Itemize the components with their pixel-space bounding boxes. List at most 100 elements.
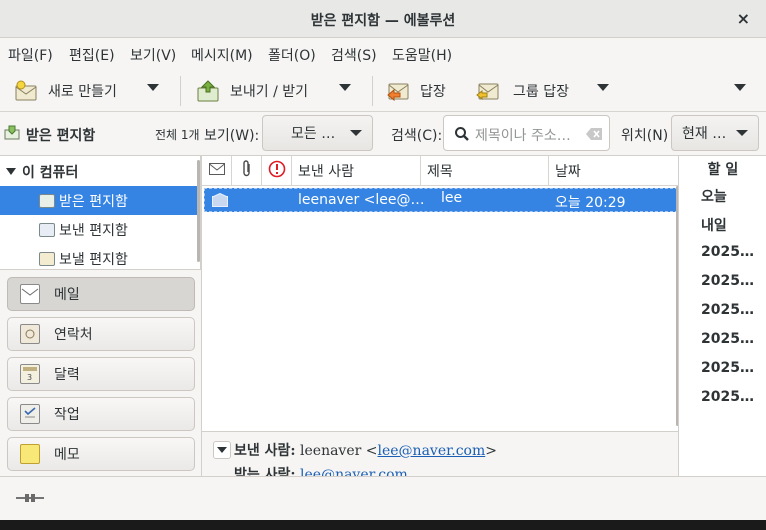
- new-label: 새로 만들기: [48, 84, 117, 100]
- search-placeholder: 제목이나 주소…: [475, 128, 571, 144]
- column-header-status[interactable]: [202, 156, 232, 186]
- todo-item-today[interactable]: 오늘: [701, 186, 727, 206]
- preview-from-email-link[interactable]: lee@naver.com: [378, 443, 486, 459]
- status-bar: [0, 476, 766, 520]
- column-header-label: 보낸 사람: [298, 163, 354, 180]
- toolbar: 새로 만들기 보내기 / 받기 답장 그룹 답장: [0, 70, 766, 112]
- attachment-icon: [241, 159, 253, 182]
- menu-edit[interactable]: 편집(E): [69, 45, 115, 65]
- preview-from-close: >: [485, 443, 497, 459]
- search-label: 검색(C):: [391, 128, 443, 144]
- close-icon[interactable]: ×: [737, 9, 750, 28]
- outbox-folder-icon: [39, 251, 55, 266]
- current-folder-name: 받은 편지함: [26, 128, 96, 144]
- switcher-calendar-button[interactable]: 3 달력: [7, 357, 195, 391]
- row-date: 오늘 20:29: [555, 195, 626, 211]
- preview-from-name: leenaver <: [300, 443, 378, 459]
- expander-icon[interactable]: [6, 168, 16, 175]
- group-reply-button[interactable]: 그룹 답장: [476, 76, 569, 106]
- menu-message[interactable]: 메시지(M): [191, 45, 253, 65]
- header-collapse-button[interactable]: [213, 441, 231, 459]
- search-icon[interactable]: [454, 126, 470, 142]
- todo-item-date[interactable]: 2025…: [701, 389, 754, 405]
- menu-search[interactable]: 검색(S): [331, 45, 377, 65]
- location-label: 위치(N): [621, 128, 669, 144]
- folder-item-outbox[interactable]: 보낼 편지함: [0, 244, 200, 273]
- send-receive-button[interactable]: 보내기 / 받기: [196, 76, 308, 106]
- group-reply-label: 그룹 답장: [513, 84, 569, 100]
- calendar-icon: 3: [20, 364, 40, 384]
- menu-view[interactable]: 보기(V): [130, 45, 176, 65]
- preview-from-label: 보낸 사람:: [234, 443, 296, 459]
- evolution-window: 받은 편지함 — 에볼루션 × 파일(F) 편집(E) 보기(V) 메시지(M)…: [0, 0, 766, 520]
- folder-tree-scrollbar[interactable]: [197, 160, 200, 262]
- menu-help[interactable]: 도움말(H): [392, 45, 452, 65]
- group-reply-icon: [476, 79, 500, 103]
- reply-label: 답장: [420, 84, 446, 100]
- switcher-contacts-button[interactable]: 연락처: [7, 317, 195, 351]
- send-receive-dropdown-chevron-icon[interactable]: [339, 84, 351, 91]
- mail-icon: [20, 284, 40, 304]
- toolbar-separator: [180, 76, 181, 106]
- new-button[interactable]: 새로 만들기: [14, 76, 117, 106]
- todo-item-date[interactable]: 2025…: [701, 302, 754, 318]
- todo-item-tomorrow[interactable]: 내일: [701, 215, 727, 235]
- search-bar: 받은 편지함 전체 1개 보기(W): 모든 … 검색(C): 제목이나 주소……: [0, 112, 766, 156]
- switcher-label: 연락처: [54, 327, 93, 343]
- group-reply-dropdown-chevron-icon[interactable]: [597, 84, 609, 91]
- location-dropdown[interactable]: 현재 …: [671, 115, 759, 151]
- view-filter-value: 모든 …: [291, 126, 336, 142]
- column-header-from[interactable]: 보낸 사람: [292, 156, 421, 186]
- tasks-icon: [20, 404, 40, 424]
- switcher-mail-button[interactable]: 메일: [7, 277, 195, 311]
- todo-item-date[interactable]: 2025…: [701, 273, 754, 289]
- reply-icon: [386, 79, 410, 103]
- menu-folder[interactable]: 폴더(O): [268, 45, 316, 65]
- view-filter-dropdown[interactable]: 모든 …: [262, 115, 373, 151]
- message-total-count: 전체 1개: [155, 128, 200, 142]
- window-title: 받은 편지함 — 에볼루션: [310, 13, 456, 29]
- new-mail-icon: [14, 79, 38, 103]
- todo-item-date[interactable]: 2025…: [701, 331, 754, 347]
- switcher-tasks-button[interactable]: 작업: [7, 397, 195, 431]
- todo-header: 할 일: [707, 162, 739, 178]
- online-status-icon[interactable]: [16, 491, 44, 509]
- clear-search-icon[interactable]: [586, 128, 602, 140]
- title-bar: 받은 편지함 — 에볼루션 ×: [0, 0, 766, 38]
- switcher-label: 작업: [54, 407, 80, 423]
- memos-icon: [20, 444, 40, 464]
- preview-to-email-link[interactable]: lee@naver.com: [300, 467, 408, 476]
- todo-bar: 할 일 오늘 내일 2025… 2025… 2025… 2025… 2025… …: [678, 156, 766, 476]
- column-header-attachment[interactable]: [232, 156, 262, 186]
- folder-label: 받은 편지함: [59, 193, 128, 210]
- svg-text:3: 3: [27, 373, 32, 382]
- folder-item-inbox[interactable]: 받은 편지함: [0, 186, 200, 215]
- column-header-label: 날짜: [555, 163, 581, 180]
- column-header-important[interactable]: [262, 156, 292, 186]
- search-input[interactable]: 제목이나 주소…: [443, 115, 610, 151]
- table-row[interactable]: leenaver <lee@… lee 오늘 20:29: [204, 188, 678, 212]
- reply-button[interactable]: 답장: [386, 76, 446, 106]
- message-list: 보낸 사람 제목 날짜 leenaver <lee@… lee 오늘 20:29: [201, 156, 679, 431]
- send-receive-icon: [196, 79, 220, 103]
- toolbar-separator: [372, 76, 373, 106]
- menu-bar: 파일(F) 편집(E) 보기(V) 메시지(M) 폴더(O) 검색(S) 도움말…: [0, 38, 766, 70]
- chevron-down-icon: [217, 447, 227, 453]
- switcher-memos-button[interactable]: 메모: [7, 437, 195, 471]
- new-dropdown-chevron-icon[interactable]: [147, 84, 159, 91]
- column-header-label: 제목: [427, 163, 453, 180]
- switcher-label: 메모: [54, 447, 80, 463]
- switcher-label: 달력: [54, 367, 80, 383]
- menu-file[interactable]: 파일(F): [8, 45, 53, 65]
- todo-item-date[interactable]: 2025…: [701, 360, 754, 376]
- row-from: leenaver <lee@…: [298, 192, 425, 208]
- toolbar-overflow-chevron-icon[interactable]: [734, 84, 746, 91]
- column-header-date[interactable]: 날짜: [549, 156, 679, 186]
- switcher-label: 메일: [54, 287, 80, 303]
- send-receive-label: 보내기 / 받기: [230, 84, 309, 100]
- sidebar: 이 컴퓨터 받은 편지함 보낸 편지함 보낼 편지함 메일 연락처 3 달력 작…: [0, 156, 201, 476]
- column-header-subject[interactable]: 제목: [421, 156, 549, 186]
- todo-item-date[interactable]: 2025…: [701, 244, 754, 260]
- folder-item-sent[interactable]: 보낸 편지함: [0, 215, 200, 244]
- folder-root-this-computer[interactable]: 이 컴퓨터: [0, 157, 200, 186]
